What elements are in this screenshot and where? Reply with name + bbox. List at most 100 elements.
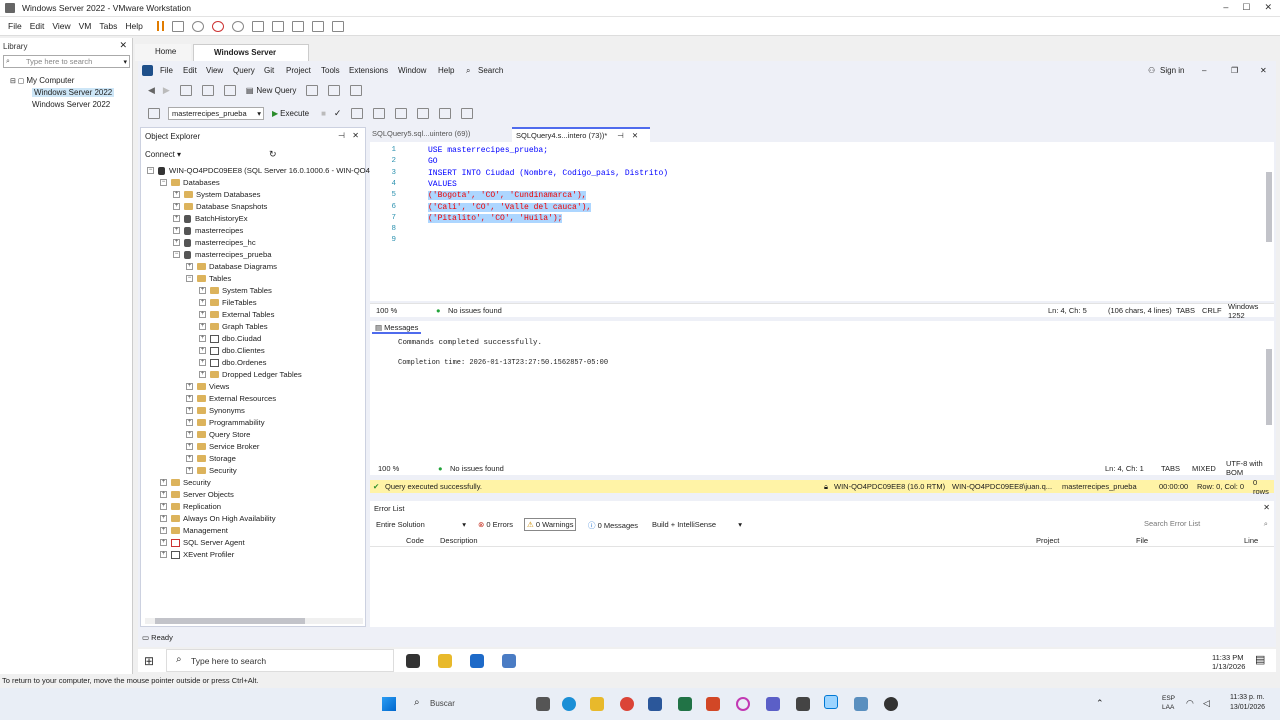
tree-vm-1[interactable]: Windows Server 2022	[32, 88, 115, 97]
tree-node-programmability[interactable]: + Programmability	[186, 418, 265, 427]
wifi-icon[interactable]: ◠	[1186, 698, 1194, 709]
editor-scrollbar[interactable]	[1266, 172, 1272, 242]
revert-snapshot-icon[interactable]	[211, 20, 224, 32]
app-icon[interactable]	[796, 697, 810, 711]
stop-icon[interactable]: ■	[321, 109, 326, 118]
tree-node-storage[interactable]: + Storage	[186, 454, 236, 463]
forward-icon[interactable]: ▶	[163, 85, 170, 96]
tree-node-service-broker[interactable]: + Service Broker	[186, 442, 259, 451]
ssms-close-icon[interactable]: ✕	[1260, 66, 1267, 75]
ssms-menu-search[interactable]: Search	[478, 66, 503, 75]
excel-icon[interactable]	[678, 697, 692, 711]
estimated-plan-icon[interactable]	[351, 107, 364, 119]
ssms-menu-window[interactable]: Window	[398, 66, 426, 75]
ssms-menu-file[interactable]: File	[160, 66, 173, 75]
server-manager-icon[interactable]	[502, 654, 516, 668]
code-line[interactable]: USE masterrecipes_prueba;	[428, 146, 548, 155]
windows-start-icon[interactable]: ⊞	[144, 654, 154, 668]
build-select[interactable]: Build + IntelliSense ▾	[652, 520, 744, 529]
tree-node-security[interactable]: + Security	[186, 466, 237, 475]
results-to-grid-icon[interactable]	[373, 107, 386, 119]
tree-vm-2[interactable]: Windows Server 2022	[32, 100, 110, 109]
menu-view[interactable]: View	[52, 21, 70, 31]
horizontal-scrollbar[interactable]	[145, 618, 363, 624]
ssms-menu-help[interactable]: Help	[438, 66, 454, 75]
connect-dropdown[interactable]: Connect ▾	[145, 150, 181, 159]
lang-2[interactable]: LAA	[1162, 704, 1174, 711]
messages-tabs[interactable]: TABS	[1161, 464, 1180, 473]
file-explorer-icon[interactable]	[438, 654, 452, 668]
back-icon[interactable]: ◀	[148, 85, 155, 96]
tree-node-system-tables[interactable]: + System Tables	[199, 286, 272, 295]
new-query-button[interactable]: New Query	[256, 86, 296, 95]
ssms-restore-icon[interactable]: ❐	[1231, 66, 1238, 75]
tree-node-security[interactable]: + Security	[160, 478, 211, 487]
tree-node-masterrecipes-hc[interactable]: + masterrecipes_hc	[173, 238, 256, 247]
edge-icon[interactable]	[562, 697, 576, 711]
tree-node-dbo-ordenes[interactable]: + dbo.Ordenes	[199, 358, 266, 367]
error-list-close-icon[interactable]: ✕	[1263, 503, 1270, 512]
redo-icon[interactable]	[328, 84, 341, 96]
execute-button[interactable]: Execute	[280, 109, 309, 118]
tree-node-filetables[interactable]: + FileTables	[199, 298, 257, 307]
ssms-menu-tools[interactable]: Tools	[321, 66, 340, 75]
tree-node-query-store[interactable]: + Query Store	[186, 430, 250, 439]
code-line[interactable]: ('Cali', 'CO', 'Valle del cauca'),	[428, 202, 592, 212]
tree-node-views[interactable]: + Views	[186, 382, 229, 391]
editor-zoom[interactable]: 100 %	[376, 306, 397, 315]
tree-node-database-diagrams[interactable]: + Database Diagrams	[186, 262, 277, 271]
word-icon[interactable]	[648, 697, 662, 711]
tree-node-always-on-high-availability[interactable]: + Always On High Availability	[160, 514, 276, 523]
maximize-icon[interactable]: ☐	[1242, 2, 1250, 13]
tree-node-batchhistoryex[interactable]: + BatchHistoryEx	[173, 214, 248, 223]
tree-node-graph-tables[interactable]: + Graph Tables	[199, 322, 268, 331]
tree-node-external-tables[interactable]: + External Tables	[199, 310, 274, 319]
tab-sqlquery5[interactable]: SQLQuery5.sql...uintero (69))	[372, 129, 470, 138]
close-tab-icon[interactable]: ✕	[632, 131, 638, 140]
tab-sqlquery4[interactable]: SQLQuery4.s...intero (73))* ⊣ ✕	[512, 127, 650, 142]
column-project[interactable]: Project	[1036, 536, 1059, 545]
code-line[interactable]: INSERT INTO Ciudad (Nombre, Codigo_pais,…	[428, 169, 668, 178]
tree-node-databases[interactable]: − Databases	[160, 178, 220, 187]
tree-node-server-objects[interactable]: + Server Objects	[160, 490, 234, 499]
host-taskview-icon[interactable]	[536, 697, 550, 711]
column-code[interactable]: Code	[406, 536, 424, 545]
editor-eol[interactable]: CRLF	[1202, 306, 1222, 315]
sign-in-button[interactable]: Sign in	[1160, 66, 1184, 75]
menu-file[interactable]: File	[8, 21, 22, 31]
ssms-taskbar-icon[interactable]	[470, 654, 484, 668]
powerpoint-icon[interactable]	[706, 697, 720, 711]
guest-clock-date[interactable]: 1/13/2026	[1212, 662, 1245, 671]
new-item-icon[interactable]	[179, 84, 192, 96]
app3-icon[interactable]	[884, 697, 898, 711]
host-explorer-icon[interactable]	[590, 697, 604, 711]
app2-icon[interactable]	[854, 697, 868, 711]
library-view-icon[interactable]	[251, 20, 264, 32]
parse-icon[interactable]: ✓	[334, 108, 342, 119]
tree-node-sql-server-agent[interactable]: + SQL Server Agent	[160, 538, 245, 547]
code-line[interactable]: VALUES	[428, 180, 457, 189]
library-search-input[interactable]: Type here to search	[3, 55, 130, 68]
results-to-text-icon[interactable]	[395, 107, 408, 119]
host-start-icon[interactable]	[382, 697, 396, 711]
refresh-icon[interactable]: ↻	[269, 149, 277, 160]
fullscreen-icon[interactable]	[291, 20, 304, 32]
tree-node-dbo-ciudad[interactable]: + dbo.Ciudad	[199, 334, 261, 343]
messages-eol[interactable]: MIXED	[1192, 464, 1216, 473]
solution-explorer-icon[interactable]	[350, 84, 363, 96]
teams-icon[interactable]	[766, 697, 780, 711]
host-search-box[interactable]: Buscar	[430, 699, 455, 708]
host-clock-time[interactable]: 11:33 p. m.	[1230, 694, 1265, 701]
notification-icon[interactable]: ▤	[1255, 653, 1265, 666]
tree-node-management[interactable]: + Management	[160, 526, 228, 535]
tree-node-tables[interactable]: − Tables	[186, 274, 231, 283]
tree-node-synonyms[interactable]: + Synonyms	[186, 406, 245, 415]
messages-tab[interactable]: ▤ Messages	[372, 323, 422, 334]
tray-chevron-icon[interactable]: ⌃	[1096, 698, 1104, 709]
comment-icon[interactable]	[417, 107, 430, 119]
column-line[interactable]: Line	[1244, 536, 1258, 545]
thumbnail-view-icon[interactable]	[271, 20, 284, 32]
column-file[interactable]: File	[1136, 536, 1148, 545]
tree-node-system-databases[interactable]: + System Databases	[173, 190, 261, 199]
database-select[interactable]: masterrecipes_prueba ▾	[168, 106, 264, 120]
